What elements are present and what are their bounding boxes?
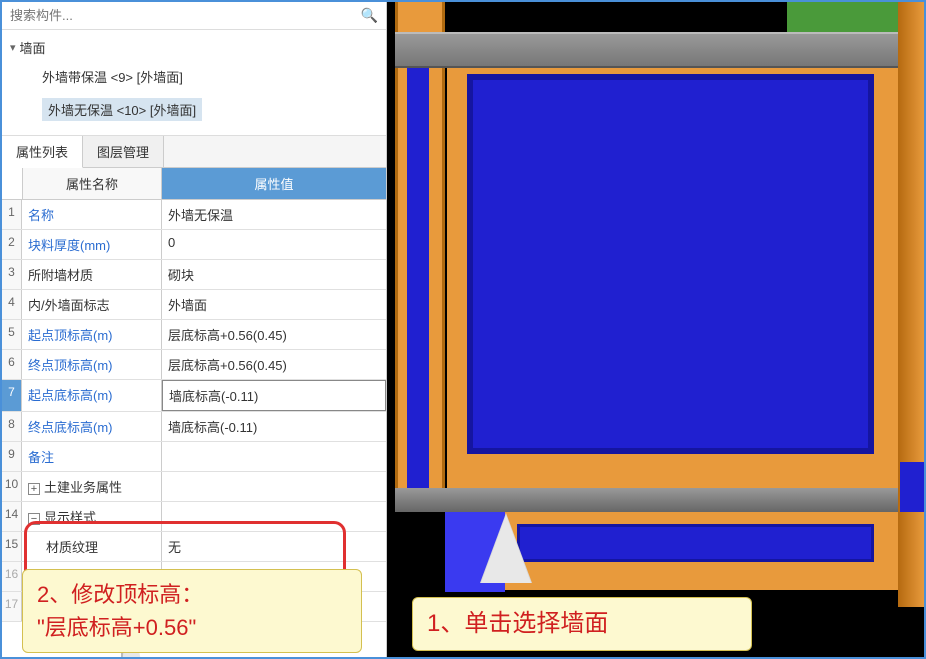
property-name: 名称 bbox=[22, 200, 162, 229]
search-input[interactable] bbox=[10, 8, 361, 23]
expand-icon[interactable]: + bbox=[28, 483, 40, 495]
callout-2-line1: 2、修改顶标高： bbox=[37, 578, 347, 611]
row-index: 16 bbox=[2, 562, 22, 591]
row-index: 4 bbox=[2, 290, 22, 319]
component-tree: ▾ 墙面 外墙带保温 <9> [外墙面] 外墙无保温 <10> [外墙面] bbox=[2, 30, 386, 136]
property-name: +土建业务属性 bbox=[22, 472, 162, 501]
callout-step-2: 2、修改顶标高： "层底标高+0.56" bbox=[22, 569, 362, 653]
model-column-inner bbox=[407, 68, 429, 488]
property-value[interactable] bbox=[162, 472, 386, 501]
property-name: 块料厚度(mm) bbox=[22, 230, 162, 259]
header-name: 属性名称 bbox=[22, 168, 162, 199]
tabs: 属性列表 图层管理 bbox=[2, 136, 386, 168]
search-bar: 🔍 bbox=[2, 2, 386, 30]
callout-step-1: 1、单击选择墙面 bbox=[412, 597, 752, 651]
model-window-bottom bbox=[517, 524, 874, 562]
search-icon[interactable]: 🔍 bbox=[361, 7, 378, 24]
property-row[interactable]: 4内/外墙面标志外墙面 bbox=[2, 290, 386, 320]
row-index: 14 bbox=[2, 502, 22, 531]
property-row[interactable]: 2块料厚度(mm)0 bbox=[2, 230, 386, 260]
header-value: 属性值 bbox=[162, 168, 386, 199]
property-value[interactable]: 墙底标高(-0.11) bbox=[162, 412, 386, 441]
viewport-3d[interactable] bbox=[387, 2, 924, 657]
left-panel: 🔍 ▾ 墙面 外墙带保温 <9> [外墙面] 外墙无保温 <10> [外墙面] … bbox=[2, 2, 387, 657]
property-name: 起点顶标高(m) bbox=[22, 320, 162, 349]
model-window bbox=[467, 74, 874, 454]
property-row[interactable]: 6终点顶标高(m)层底标高+0.56(0.45) bbox=[2, 350, 386, 380]
model-beam-mid bbox=[395, 488, 924, 512]
property-name: 材质纹理 bbox=[22, 532, 162, 561]
property-value[interactable]: 砌块 bbox=[162, 260, 386, 289]
callout-2-line2: "层底标高+0.56" bbox=[37, 611, 347, 644]
tab-layers[interactable]: 图层管理 bbox=[83, 136, 164, 167]
property-row[interactable]: 15材质纹理无 bbox=[2, 532, 386, 562]
property-row[interactable]: 10+土建业务属性 bbox=[2, 472, 386, 502]
tree-root[interactable]: ▾ 墙面 bbox=[2, 36, 386, 59]
property-value[interactable] bbox=[162, 442, 386, 471]
row-index: 8 bbox=[2, 412, 22, 441]
row-index: 9 bbox=[2, 442, 22, 471]
property-row[interactable]: 7起点底标高(m)墙底标高(-0.11) bbox=[2, 380, 386, 412]
property-value[interactable] bbox=[162, 502, 386, 531]
tree-item[interactable]: 外墙带保温 <9> [外墙面] bbox=[2, 63, 386, 90]
row-index: 3 bbox=[2, 260, 22, 289]
row-index: 1 bbox=[2, 200, 22, 229]
property-name: 所附墙材质 bbox=[22, 260, 162, 289]
row-index: 17 bbox=[2, 592, 22, 621]
property-name: 终点顶标高(m) bbox=[22, 350, 162, 379]
property-row[interactable]: 5起点顶标高(m)层底标高+0.56(0.45) bbox=[2, 320, 386, 350]
callout-1-pointer bbox=[481, 515, 531, 583]
callout-1-text: 1、单击选择墙面 bbox=[427, 610, 608, 637]
property-name: 内/外墙面标志 bbox=[22, 290, 162, 319]
property-row[interactable]: 3所附墙材质砌块 bbox=[2, 260, 386, 290]
property-value[interactable]: 无 bbox=[162, 532, 386, 561]
row-index: 15 bbox=[2, 532, 22, 561]
property-row[interactable]: 9备注 bbox=[2, 442, 386, 472]
model-beam-top bbox=[395, 32, 924, 68]
row-index: 7 bbox=[2, 380, 22, 411]
caret-down-icon: ▾ bbox=[10, 41, 16, 54]
model-right-blue bbox=[900, 462, 924, 512]
property-value[interactable]: 外墙无保温 bbox=[162, 200, 386, 229]
row-index: 10 bbox=[2, 472, 22, 501]
property-name: −显示样式 bbox=[22, 502, 162, 531]
row-index: 5 bbox=[2, 320, 22, 349]
tab-properties[interactable]: 属性列表 bbox=[2, 136, 83, 168]
tree-item-selected[interactable]: 外墙无保温 <10> [外墙面] bbox=[42, 98, 202, 121]
row-index: 2 bbox=[2, 230, 22, 259]
model-right-edge bbox=[898, 2, 924, 607]
row-index: 6 bbox=[2, 350, 22, 379]
property-row[interactable]: 8终点底标高(m)墙底标高(-0.11) bbox=[2, 412, 386, 442]
property-header: 属性名称 属性值 bbox=[2, 168, 386, 200]
property-name: 起点底标高(m) bbox=[22, 380, 162, 411]
tree-root-label: 墙面 bbox=[20, 38, 46, 57]
property-value[interactable]: 层底标高+0.56(0.45) bbox=[162, 350, 386, 379]
collapse-icon[interactable]: − bbox=[28, 513, 40, 525]
property-name: 终点底标高(m) bbox=[22, 412, 162, 441]
property-value[interactable]: 墙底标高(-0.11) bbox=[162, 380, 386, 411]
property-row[interactable]: 14−显示样式 bbox=[2, 502, 386, 532]
property-name: 备注 bbox=[22, 442, 162, 471]
property-value[interactable]: 层底标高+0.56(0.45) bbox=[162, 320, 386, 349]
property-value[interactable]: 外墙面 bbox=[162, 290, 386, 319]
property-value[interactable]: 0 bbox=[162, 230, 386, 259]
property-row[interactable]: 1名称外墙无保温 bbox=[2, 200, 386, 230]
